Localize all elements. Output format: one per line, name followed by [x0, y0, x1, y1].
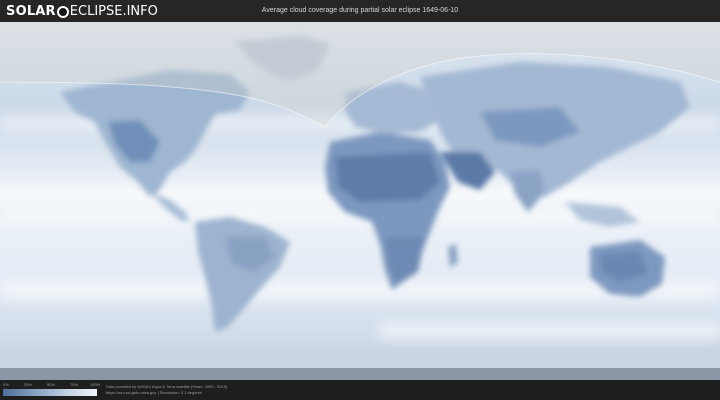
credit-line-2: https://neo.sci.gsfc.nasa.gov | Resoluti…: [106, 390, 202, 395]
cloud-coverage-legend-bar: [3, 389, 97, 396]
page-title: Average cloud coverage during partial so…: [261, 7, 459, 14]
legend-labels: 0% 25% 50% 75% 100%: [3, 382, 101, 388]
land-sahara: [335, 152, 440, 202]
header-bar: SOLAR ECLIPSE.INFO Average cloud coverag…: [0, 0, 720, 22]
legend-label-75: 75%: [70, 382, 79, 387]
legend-label-0: 0%: [3, 382, 9, 387]
legend-label-50: 50%: [47, 382, 56, 387]
legend-label-25: 25%: [24, 382, 33, 387]
antarctic-dark-strip: [0, 368, 720, 380]
data-credit: Data provided by NASA's Aqua & Terra sat…: [106, 384, 227, 396]
footer-bar: 0% 25% 50% 75% 100% Data provided by NAS…: [0, 380, 720, 400]
cloud-coverage-map: [0, 22, 720, 380]
legend-label-100: 100%: [90, 382, 101, 387]
